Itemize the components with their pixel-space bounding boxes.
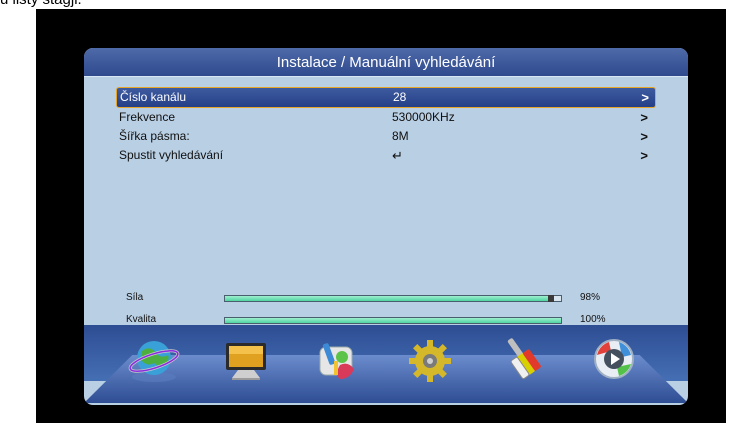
top-caption: u listy stagji. [0,0,82,9]
row-label: Spustit vyhledávání [119,148,224,162]
chevron-right-icon[interactable]: > [640,146,648,165]
row-bandwidth[interactable]: Šířka pásma: 8M > [116,127,654,146]
gear-settings-icon[interactable] [402,331,458,387]
signal-strength-meter: Síla 98% [126,291,626,305]
tools-icon[interactable] [310,331,366,387]
row-label: Frekvence [119,110,176,124]
row-value: 530000KHz [392,110,455,124]
meter-fill [225,296,555,301]
meter-percent: 98% [580,292,601,303]
enter-icon: ↵ [392,148,403,163]
meter-fill [225,318,561,323]
chevron-right-icon[interactable]: > [640,127,648,146]
row-value: 28 [393,90,407,104]
meter-cap [548,295,555,302]
row-channel-number[interactable]: Číslo kanálu 28 > [116,87,656,108]
chevron-right-icon[interactable]: > [641,88,649,107]
tv-monitor-icon[interactable] [218,331,274,387]
chevron-right-icon[interactable]: > [640,108,648,127]
settings-list: Číslo kanálu 28 > Frekvence 530000KHz > … [116,87,656,165]
row-label: Číslo kanálu [120,90,187,104]
meter-track [224,317,562,324]
row-value: 8M [392,129,409,143]
row-start-search[interactable]: Spustit vyhledávání ↵ > [116,146,654,165]
globe-satellite-icon[interactable] [126,331,182,387]
meter-label: Síla [126,292,144,303]
install-panel: Instalace / Manuální vyhledávání Číslo k… [84,48,688,405]
meter-track [224,295,562,302]
row-label: Šířka pásma: [119,129,190,143]
media-play-icon[interactable] [586,331,642,387]
av-cables-icon[interactable] [494,331,550,387]
page-title: Instalace / Manuální vyhledávání [84,48,688,77]
menu-dock [84,325,688,405]
row-frequency[interactable]: Frekvence 530000KHz > [116,108,654,127]
